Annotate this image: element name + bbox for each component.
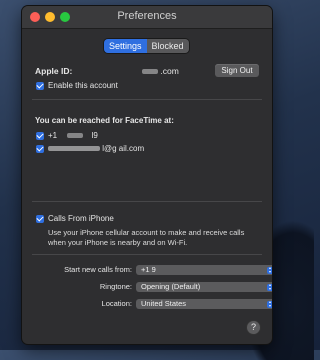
calls-from-iphone-description: Use your iPhone cellular account to make… bbox=[48, 228, 245, 247]
divider bbox=[32, 254, 262, 255]
help-button[interactable]: ? bbox=[247, 321, 260, 334]
ringtone-popup[interactable]: Opening (Default) bbox=[136, 282, 272, 292]
tab-bar: Settings Blocked bbox=[104, 39, 189, 53]
redacted-text bbox=[48, 146, 100, 152]
reach-section-title: You can be reached for FaceTime at: bbox=[35, 116, 174, 125]
location-popup[interactable]: United States bbox=[136, 299, 272, 309]
phone-prefix: +1 bbox=[48, 131, 58, 140]
email-suffix: l@g ail.com bbox=[102, 144, 145, 153]
sign-out-button[interactable]: Sign Out bbox=[215, 64, 259, 77]
ringtone-label: Ringtone: bbox=[99, 282, 132, 291]
address-email: l@g ail.com bbox=[48, 144, 144, 153]
chevron-updown-icon bbox=[267, 300, 272, 308]
title-bar: Preferences bbox=[22, 6, 272, 29]
start-calls-popup[interactable]: +1 9 bbox=[136, 265, 272, 275]
calls-from-iphone-checkbox[interactable] bbox=[36, 215, 44, 223]
apple-id-domain: .com bbox=[160, 66, 179, 76]
tab-blocked[interactable]: Blocked bbox=[146, 39, 189, 53]
ringtone-value: Opening (Default) bbox=[141, 282, 201, 291]
preferences-window: Preferences Settings Blocked Apple ID: .… bbox=[22, 6, 272, 344]
address-checkbox-phone[interactable] bbox=[36, 132, 44, 140]
redacted-text bbox=[67, 133, 84, 139]
apple-id-label: Apple ID: bbox=[35, 66, 73, 76]
enable-account-checkbox[interactable] bbox=[36, 82, 44, 90]
window-title: Preferences bbox=[117, 10, 177, 22]
phone-suffix: l9 bbox=[91, 131, 98, 140]
address-checkbox-email[interactable] bbox=[36, 145, 44, 153]
enable-account-label: Enable this account bbox=[48, 81, 118, 90]
redacted-text bbox=[142, 69, 158, 75]
tab-settings[interactable]: Settings bbox=[104, 39, 147, 53]
chevron-updown-icon bbox=[267, 266, 272, 274]
chevron-updown-icon bbox=[267, 283, 272, 291]
location-value: United States bbox=[141, 299, 187, 308]
start-calls-value: +1 9 bbox=[141, 265, 156, 274]
calls-from-iphone-label: Calls From iPhone bbox=[48, 214, 114, 223]
divider bbox=[32, 201, 262, 202]
address-phone: +1 l9 bbox=[48, 131, 98, 140]
apple-id-value: .com bbox=[142, 66, 179, 76]
settings-panel: Apple ID: .com Sign Out Enable this acco… bbox=[32, 56, 272, 336]
divider bbox=[32, 99, 262, 100]
start-calls-label: Start new calls from: bbox=[64, 265, 132, 274]
location-label: Location: bbox=[101, 299, 132, 308]
